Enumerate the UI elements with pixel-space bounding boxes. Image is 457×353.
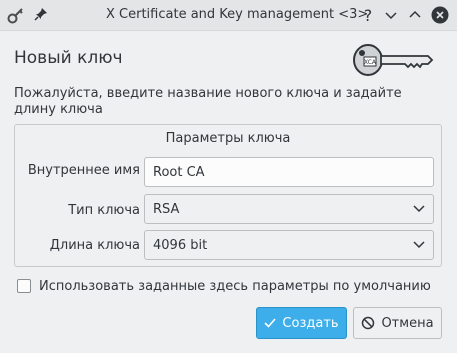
key-length-label: Длина ключа bbox=[49, 238, 140, 253]
window-title: X Certificate and Key management <3> bbox=[106, 7, 369, 22]
help-icon[interactable]: ? bbox=[358, 5, 378, 25]
default-params-label[interactable]: Использовать заданные здесь параметры по… bbox=[39, 279, 431, 294]
page-title: Новый ключ bbox=[14, 48, 123, 68]
key-type-label: Тип ключа bbox=[68, 203, 140, 218]
close-icon[interactable] bbox=[430, 5, 450, 25]
cancel-icon bbox=[362, 316, 375, 330]
group-title: Параметры ключа bbox=[165, 131, 291, 146]
chevron-down-icon bbox=[413, 238, 425, 253]
default-params-checkbox-row[interactable]: Использовать заданные здесь параметры по… bbox=[17, 277, 431, 295]
key-length-select[interactable]: 4096 bit bbox=[144, 230, 434, 260]
svg-text:XCA: XCA bbox=[364, 59, 377, 66]
key-type-select[interactable]: RSA bbox=[144, 194, 434, 224]
internal-name-value: Root CA bbox=[153, 164, 205, 180]
checkmark-icon bbox=[264, 318, 277, 328]
cancel-button-label: Отмена bbox=[381, 315, 434, 331]
maximize-icon[interactable] bbox=[405, 5, 425, 25]
key-length-value: 4096 bit bbox=[153, 237, 208, 253]
key-icon: XCA bbox=[352, 40, 436, 84]
create-button[interactable]: Создать bbox=[256, 307, 347, 339]
internal-name-label: Внутреннее имя bbox=[27, 163, 140, 178]
create-button-label: Создать bbox=[282, 315, 339, 331]
app-key-icon[interactable] bbox=[7, 6, 25, 28]
default-params-checkbox[interactable] bbox=[17, 279, 31, 293]
key-parameters-group: Параметры ключа Внутреннее имя Root CA Т… bbox=[14, 124, 442, 267]
internal-name-input[interactable]: Root CA bbox=[144, 157, 434, 187]
pin-icon[interactable] bbox=[33, 6, 49, 28]
key-type-value: RSA bbox=[153, 201, 180, 217]
help-glyph: ? bbox=[363, 5, 373, 25]
minimize-icon[interactable] bbox=[381, 5, 401, 25]
chevron-down-icon bbox=[413, 202, 425, 217]
description-text: Пожалуйста, введите название нового ключ… bbox=[14, 86, 402, 117]
cancel-button[interactable]: Отмена bbox=[353, 307, 442, 339]
title-bar: X Certificate and Key management <3> ? bbox=[0, 0, 457, 31]
